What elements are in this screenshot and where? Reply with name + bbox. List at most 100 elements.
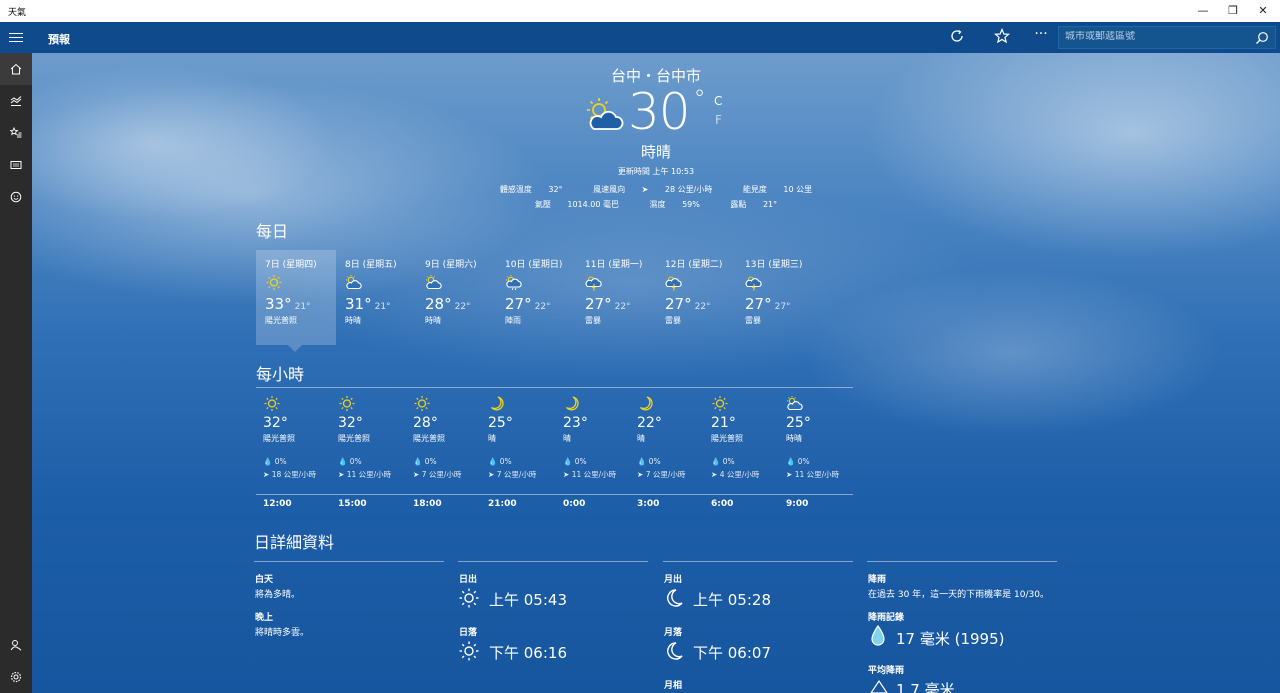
hour-temp: 28° [413, 415, 438, 431]
night-text: 將晴時多雲。 [255, 628, 310, 638]
search-input[interactable] [1065, 31, 1245, 42]
hourly-forecast-item[interactable]: 32° 陽光普照 💧 0% ➤ 18 公里/小時 12:00 [263, 395, 337, 509]
hour-temp: 32° [338, 415, 363, 431]
hour-precip: 0% [424, 457, 437, 466]
daily-forecast-item[interactable]: 10日 (星期日) 27° 22° 陣雨 [496, 250, 576, 345]
visibility-label: 能見度 [742, 185, 767, 194]
hour-condition: 陽光普照 [711, 434, 743, 443]
hour-wind: 7 公里/小時 [496, 470, 537, 479]
raindrop-icon: 💧 [786, 457, 796, 466]
unit-celsius[interactable]: C [714, 94, 722, 108]
hour-precip: 0% [499, 457, 512, 466]
daily-forecast-item[interactable]: 11日 (星期一) 27° 22° 雷暴 [576, 250, 656, 345]
hour-condition: 陽光普照 [338, 434, 370, 443]
forecast-main: 台中・台中市 30 ° C F 時晴 更新時間 上午 10:53 體感溫度 32°… [32, 53, 1280, 693]
wind-arrow-icon: ➤ [641, 185, 649, 194]
raindrop-icon: 💧 [563, 457, 573, 466]
raindrop-icon: 💧 [711, 457, 721, 466]
wind-arrow-icon: ➤ [263, 470, 270, 479]
rain-label: 降雨 [868, 575, 887, 585]
nav-maps-icon[interactable] [0, 85, 32, 117]
partly-sunny-icon [786, 395, 860, 413]
restore-icon[interactable]: ❐ [1218, 0, 1248, 22]
day-condition: 時晴 [425, 316, 441, 325]
page-title: 預報 [48, 33, 70, 46]
hour-condition: 時晴 [786, 434, 802, 443]
hour-wind: 7 公里/小時 [421, 470, 462, 479]
moon-icon [563, 395, 637, 413]
hourly-time-divider [256, 494, 853, 495]
unit-fahrenheit[interactable]: F [715, 113, 722, 127]
day-condition: 雷暴 [745, 316, 761, 325]
daily-forecast-item[interactable]: 12日 (星期二) 27° 22° 雷暴 [656, 250, 736, 345]
partly-sunny-icon [585, 96, 625, 138]
wind-arrow-icon: ➤ [711, 470, 718, 479]
day-low: 21° [374, 302, 391, 312]
day-high: 27° [745, 295, 772, 313]
hourly-forecast-item[interactable]: 25° 晴 💧 0% ➤ 7 公里/小時 21:00 [488, 395, 562, 509]
raindrop-icon: 💧 [263, 457, 273, 466]
daily-forecast-item[interactable]: 7日 (星期四) 33° 21° 陽光普照 [256, 250, 336, 352]
raindrop-icon: 💧 [413, 457, 423, 466]
nav-life-icon[interactable] [0, 181, 32, 213]
refresh-icon[interactable] [946, 28, 968, 48]
hour-wind: 11 公里/小時 [346, 470, 392, 479]
search-icon[interactable] [1255, 30, 1269, 49]
pressure-label: 氣壓 [534, 200, 551, 209]
nav-home-icon[interactable] [0, 53, 32, 85]
rain-chance-text: 在過去 30 年，這一天的下雨機率是 10/30。 [868, 590, 1049, 600]
hourly-forecast-item[interactable]: 23° 晴 💧 0% ➤ 11 公里/小時 0:00 [563, 395, 637, 509]
hour-precip: 0% [722, 457, 735, 466]
hourly-forecast-item[interactable]: 32° 陽光普照 💧 0% ➤ 11 公里/小時 15:00 [338, 395, 412, 509]
hour-condition: 晴 [563, 434, 571, 443]
hour-temp: 23° [563, 415, 588, 431]
day-low: 22° [454, 302, 471, 312]
settings-gear-icon[interactable] [0, 661, 32, 693]
day-low: 22° [614, 302, 631, 312]
raindrop-icon: 💧 [338, 457, 348, 466]
hourly-forecast-item[interactable]: 25° 時晴 💧 0% ➤ 11 公里/小時 9:00 [786, 395, 860, 509]
hamburger-menu-icon[interactable] [0, 22, 32, 53]
day-condition: 陣雨 [505, 316, 521, 325]
details-divider [663, 561, 853, 562]
rain-record-value: 17 毫米 (1995) [896, 630, 1005, 648]
nav-favorites-icon[interactable] [0, 117, 32, 149]
hourly-top-divider [256, 387, 853, 388]
current-temperature: 30 ° [628, 83, 706, 141]
rain-record-label: 降雨記錄 [868, 613, 905, 623]
feels-like-value: 32° [548, 185, 563, 194]
hour-time: 15:00 [338, 499, 367, 509]
search-box[interactable] [1058, 26, 1276, 49]
favorite-star-icon[interactable] [991, 27, 1013, 48]
hour-temp: 32° [263, 415, 288, 431]
hour-wind: 11 公里/小時 [571, 470, 617, 479]
hour-time: 12:00 [263, 499, 292, 509]
account-icon[interactable] [0, 629, 32, 661]
daily-forecast-item[interactable]: 13日 (星期三) 27° 27° 雷暴 [736, 250, 816, 345]
moonrise-time: 上午 05:28 [693, 591, 771, 609]
day-date: 12日 (星期二) [665, 260, 723, 270]
updated-time: 更新時間 上午 10:53 [617, 167, 695, 176]
day-low: 22° [694, 302, 711, 312]
hourly-forecast-item[interactable]: 21° 陽光普照 💧 0% ➤ 4 公里/小時 6:00 [711, 395, 785, 509]
day-date: 13日 (星期三) [745, 260, 803, 270]
hourly-forecast-item[interactable]: 28° 陽光普照 💧 0% ➤ 7 公里/小時 18:00 [413, 395, 487, 509]
thunder-icon [665, 274, 736, 291]
day-condition: 雷暴 [585, 316, 601, 325]
more-options-icon[interactable]: ··· [1030, 26, 1052, 42]
day-high: 27° [665, 295, 692, 313]
moonrise-label: 月出 [664, 575, 683, 585]
daily-forecast-item[interactable]: 8日 (星期五) 31° 21° 時晴 [336, 250, 416, 345]
close-icon[interactable]: ✕ [1248, 0, 1278, 22]
hour-condition: 晴 [637, 434, 645, 443]
minimize-icon[interactable]: — [1188, 0, 1218, 22]
hour-time: 3:00 [637, 499, 660, 509]
daytime-text: 將為多晴。 [255, 590, 301, 600]
sunset-label: 日落 [459, 628, 478, 638]
sun-icon [413, 395, 487, 413]
nav-news-icon[interactable] [0, 149, 32, 181]
hour-precip: 0% [648, 457, 661, 466]
hourly-forecast-item[interactable]: 22° 晴 💧 0% ➤ 7 公里/小時 3:00 [637, 395, 711, 509]
daily-forecast-item[interactable]: 9日 (星期六) 28° 22° 時晴 [416, 250, 496, 345]
partly-sunny-icon [425, 274, 496, 291]
